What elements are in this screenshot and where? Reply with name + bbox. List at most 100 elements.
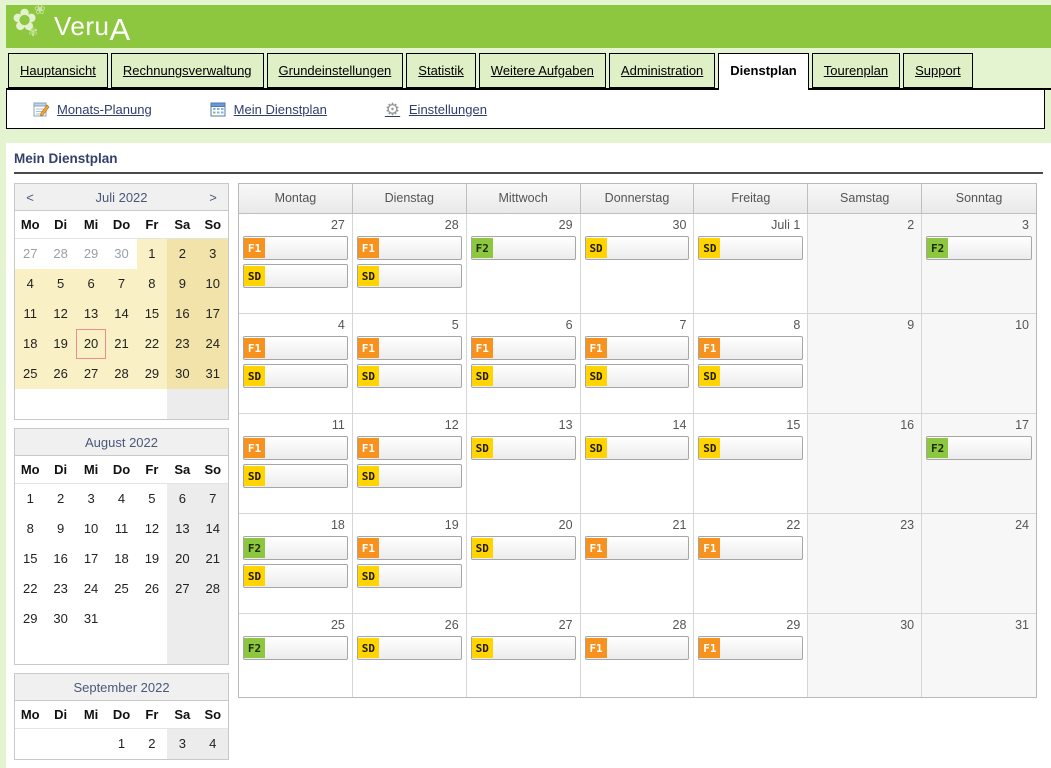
- shift-entry[interactable]: SD: [471, 536, 576, 560]
- shift-entry[interactable]: SD: [698, 364, 803, 388]
- mini-day-cell[interactable]: 9: [167, 269, 197, 299]
- mini-day-cell[interactable]: 27: [15, 239, 45, 269]
- mini-day-cell[interactable]: 17: [198, 299, 228, 329]
- mini-day-cell[interactable]: 20: [167, 544, 197, 574]
- mini-day-cell[interactable]: 12: [45, 299, 75, 329]
- shift-entry[interactable]: F1: [357, 436, 462, 460]
- mini-day-cell[interactable]: 31: [76, 604, 106, 634]
- mini-day-cell[interactable]: 10: [76, 514, 106, 544]
- mini-day-cell[interactable]: 28: [45, 239, 75, 269]
- mini-day-cell[interactable]: 4: [15, 269, 45, 299]
- mini-day-cell[interactable]: 29: [137, 359, 167, 389]
- mini-day-cell[interactable]: 3: [198, 239, 228, 269]
- mini-day-cell[interactable]: 19: [45, 329, 75, 359]
- shift-entry[interactable]: SD: [357, 464, 462, 488]
- shift-entry[interactable]: F1: [585, 536, 690, 560]
- mini-day-cell[interactable]: 28: [198, 574, 228, 604]
- shift-entry[interactable]: F1: [585, 636, 690, 660]
- mini-day-cell[interactable]: 30: [106, 239, 136, 269]
- mini-day-cell[interactable]: 3: [76, 484, 106, 514]
- mini-day-cell[interactable]: 16: [167, 299, 197, 329]
- mini-day-cell[interactable]: 5: [45, 269, 75, 299]
- shift-entry[interactable]: SD: [585, 236, 690, 260]
- shift-entry[interactable]: SD: [243, 264, 348, 288]
- shift-entry[interactable]: F1: [471, 336, 576, 360]
- mini-day-cell[interactable]: 27: [76, 359, 106, 389]
- next-month-button[interactable]: >: [198, 190, 228, 205]
- mini-day-cell[interactable]: 15: [15, 544, 45, 574]
- mini-day-cell[interactable]: 1: [137, 239, 167, 269]
- toolbar-item-einstellungen[interactable]: ⚙ Einstellungen: [385, 101, 487, 118]
- mini-day-cell[interactable]: 18: [15, 329, 45, 359]
- mini-day-cell[interactable]: 2: [45, 484, 75, 514]
- shift-entry[interactable]: F1: [243, 336, 348, 360]
- shift-entry[interactable]: SD: [471, 364, 576, 388]
- mini-day-cell[interactable]: 29: [76, 239, 106, 269]
- tab-dienstplan[interactable]: Dienstplan: [718, 53, 808, 90]
- shift-entry[interactable]: F2: [926, 236, 1032, 260]
- mini-day-cell[interactable]: 13: [76, 299, 106, 329]
- mini-day-cell[interactable]: 8: [137, 269, 167, 299]
- shift-entry[interactable]: SD: [698, 236, 803, 260]
- tab-administration[interactable]: Administration: [609, 53, 715, 88]
- shift-entry[interactable]: F1: [357, 536, 462, 560]
- mini-day-cell[interactable]: 15: [137, 299, 167, 329]
- mini-day-cell[interactable]: 25: [15, 359, 45, 389]
- shift-entry[interactable]: SD: [357, 264, 462, 288]
- mini-day-cell[interactable]: 18: [106, 544, 136, 574]
- mini-day-cell-selected[interactable]: 20: [76, 329, 106, 359]
- shift-entry[interactable]: F1: [698, 536, 803, 560]
- tab-weitere-aufgaben[interactable]: Weitere Aufgaben: [479, 53, 606, 88]
- mini-day-cell[interactable]: 21: [198, 544, 228, 574]
- mini-day-cell[interactable]: 10: [198, 269, 228, 299]
- mini-day-cell[interactable]: 27: [167, 574, 197, 604]
- tab-support[interactable]: Support: [903, 53, 973, 88]
- mini-day-cell[interactable]: 19: [137, 544, 167, 574]
- mini-day-cell[interactable]: 28: [106, 359, 136, 389]
- mini-day-cell[interactable]: 23: [45, 574, 75, 604]
- shift-entry[interactable]: SD: [243, 464, 348, 488]
- mini-day-cell[interactable]: 7: [198, 484, 228, 514]
- mini-day-cell[interactable]: 7: [106, 269, 136, 299]
- mini-day-cell[interactable]: 25: [106, 574, 136, 604]
- shift-entry[interactable]: F2: [926, 436, 1032, 460]
- mini-day-cell[interactable]: 11: [15, 299, 45, 329]
- mini-day-cell[interactable]: 30: [167, 359, 197, 389]
- mini-day-cell[interactable]: 26: [137, 574, 167, 604]
- mini-day-cell[interactable]: 2: [167, 239, 197, 269]
- mini-day-cell[interactable]: 16: [45, 544, 75, 574]
- shift-entry[interactable]: SD: [585, 364, 690, 388]
- mini-day-cell[interactable]: 14: [106, 299, 136, 329]
- mini-day-cell[interactable]: 14: [198, 514, 228, 544]
- mini-day-cell[interactable]: 6: [167, 484, 197, 514]
- mini-day-cell[interactable]: 21: [106, 329, 136, 359]
- mini-day-cell[interactable]: 6: [76, 269, 106, 299]
- mini-day-cell[interactable]: 13: [167, 514, 197, 544]
- mini-day-cell[interactable]: 3: [167, 729, 197, 759]
- mini-day-cell[interactable]: 23: [167, 329, 197, 359]
- tab-tourenplan[interactable]: Tourenplan: [812, 53, 900, 88]
- mini-day-cell[interactable]: 29: [15, 604, 45, 634]
- shift-entry[interactable]: F1: [243, 236, 348, 260]
- tab-rechnungsverwaltung[interactable]: Rechnungsverwaltung: [111, 53, 264, 88]
- shift-entry[interactable]: SD: [243, 564, 348, 588]
- mini-day-cell[interactable]: 31: [198, 359, 228, 389]
- mini-day-cell[interactable]: 24: [198, 329, 228, 359]
- mini-day-cell[interactable]: 24: [76, 574, 106, 604]
- shift-entry[interactable]: F1: [243, 436, 348, 460]
- shift-entry[interactable]: SD: [357, 364, 462, 388]
- shift-entry[interactable]: F1: [698, 636, 803, 660]
- mini-day-cell[interactable]: 17: [76, 544, 106, 574]
- tab-hauptansicht[interactable]: Hauptansicht: [8, 53, 108, 88]
- toolbar-item-monats-planung[interactable]: Monats-Planung: [33, 101, 152, 118]
- shift-entry[interactable]: SD: [357, 564, 462, 588]
- toolbar-item-mein-dienstplan[interactable]: Mein Dienstplan: [210, 101, 327, 118]
- shift-entry[interactable]: F1: [585, 336, 690, 360]
- shift-entry[interactable]: SD: [471, 436, 576, 460]
- mini-day-cell[interactable]: 22: [137, 329, 167, 359]
- mini-day-cell[interactable]: 4: [198, 729, 228, 759]
- prev-month-button[interactable]: <: [15, 190, 45, 205]
- shift-entry[interactable]: SD: [585, 436, 690, 460]
- mini-day-cell[interactable]: 11: [106, 514, 136, 544]
- tab-grundeinstellungen[interactable]: Grundeinstellungen: [267, 53, 404, 88]
